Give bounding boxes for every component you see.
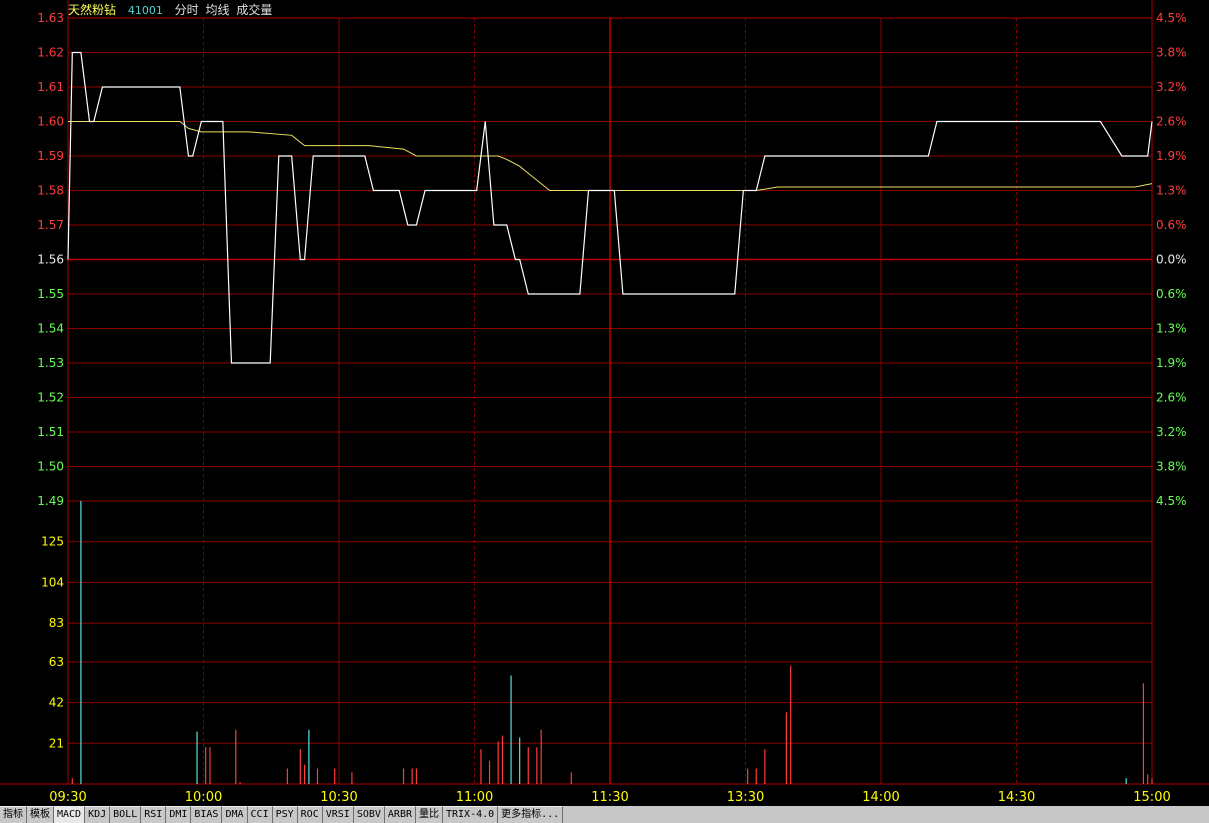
indicator-tab[interactable]: SOBV	[353, 806, 385, 823]
percent-tick-label: 4.5%	[1156, 494, 1187, 508]
indicator-tab[interactable]: CCI	[247, 806, 273, 823]
indicator-tab[interactable]: KDJ	[85, 806, 111, 823]
price-tick-label: 1.54	[37, 322, 64, 336]
chart-header: 天然粉钻 41001 分时 均线 成交量	[68, 2, 280, 18]
indicator-tab[interactable]: 指标	[0, 806, 27, 823]
percent-tick-label: 1.3%	[1156, 322, 1187, 336]
price-tick-label: 1.57	[37, 218, 64, 232]
price-tick-label: 1.52	[37, 391, 64, 405]
price-tick-label: 1.53	[37, 356, 64, 370]
percent-tick-label: 2.6%	[1156, 115, 1187, 129]
indicator-tab[interactable]: DMA	[222, 806, 248, 823]
time-tick-label: 10:00	[185, 790, 222, 805]
indicator-tab[interactable]: RSI	[141, 806, 167, 823]
volume-tick-label: 104	[41, 575, 64, 589]
stock-code: 41001	[127, 4, 163, 17]
percent-tick-label: 0.6%	[1156, 218, 1187, 232]
indicator-tab[interactable]: 更多指标...	[498, 806, 564, 823]
indicator-tab[interactable]: ROC	[297, 806, 323, 823]
percent-tick-label: 3.8%	[1156, 46, 1187, 60]
percent-tick-label: 3.2%	[1156, 425, 1187, 439]
label-volume: 成交量	[236, 3, 273, 17]
time-tick-label: 11:30	[591, 790, 628, 805]
label-average: 均线	[205, 3, 230, 17]
percent-tick-label: 1.9%	[1156, 149, 1187, 163]
stock-name: 天然粉钻	[68, 3, 117, 17]
price-tick-label: 1.51	[37, 425, 64, 439]
indicator-tab[interactable]: 模板	[27, 806, 54, 823]
price-tick-label: 1.49	[37, 494, 64, 508]
time-tick-label: 15:00	[1133, 790, 1170, 805]
price-tick-label: 1.55	[37, 287, 64, 301]
indicator-tab-bar: 指标 模板 MACD KDJ BOLL RSI DMI BIAS DMA CCI PSY ROC VRS…	[0, 806, 1209, 823]
percent-tick-label: 4.5%	[1156, 11, 1187, 25]
indicator-tab[interactable]: MACD	[54, 806, 86, 823]
percent-tick-label: 3.8%	[1156, 460, 1187, 474]
indicator-tab[interactable]: TRIX-4.0	[443, 806, 499, 823]
indicator-tab[interactable]: BOLL	[110, 806, 142, 823]
price-tick-label: 1.59	[37, 149, 64, 163]
percent-tick-label: 1.9%	[1156, 356, 1187, 370]
indicator-tab[interactable]: VRSI	[322, 806, 354, 823]
percent-tick-label: 0.0%	[1156, 253, 1187, 267]
volume-tick-label: 125	[41, 535, 64, 549]
percent-tick-label: 0.6%	[1156, 287, 1187, 301]
indicator-tab[interactable]: ARBR	[384, 806, 416, 823]
price-tick-label: 1.50	[37, 460, 64, 474]
indicator-tab[interactable]: BIAS	[191, 806, 223, 823]
indicator-tab[interactable]: PSY	[272, 806, 298, 823]
indicator-tab[interactable]: DMI	[166, 806, 192, 823]
price-tick-label: 1.63	[37, 11, 64, 25]
price-tick-label: 1.60	[37, 115, 64, 129]
volume-tick-label: 21	[49, 736, 64, 750]
price-tick-label: 1.61	[37, 80, 64, 94]
percent-tick-label: 3.2%	[1156, 80, 1187, 94]
volume-tick-label: 83	[49, 616, 64, 630]
indicator-tab[interactable]: 量比	[416, 806, 443, 823]
volume-tick-label: 42	[49, 696, 64, 710]
volume-tick-label: 63	[49, 655, 64, 669]
price-tick-label: 1.56	[37, 253, 64, 267]
price-tick-label: 1.58	[37, 184, 64, 198]
time-tick-label: 13:30	[727, 790, 764, 805]
time-tick-label: 09:30	[49, 790, 86, 805]
time-tick-label: 14:30	[998, 790, 1035, 805]
time-tick-label: 14:00	[862, 790, 899, 805]
label-intraday: 分时	[174, 3, 199, 17]
percent-tick-label: 2.6%	[1156, 391, 1187, 405]
percent-tick-label: 1.3%	[1156, 184, 1187, 198]
time-tick-label: 11:00	[456, 790, 493, 805]
time-tick-label: 10:30	[320, 790, 357, 805]
intraday-chart[interactable]: 1.63 4.5% 1.62 3.8% 1.61 3.2% 1.60 2.6% 1.59 1.9%…	[0, 0, 1209, 806]
price-tick-label: 1.62	[37, 46, 64, 60]
